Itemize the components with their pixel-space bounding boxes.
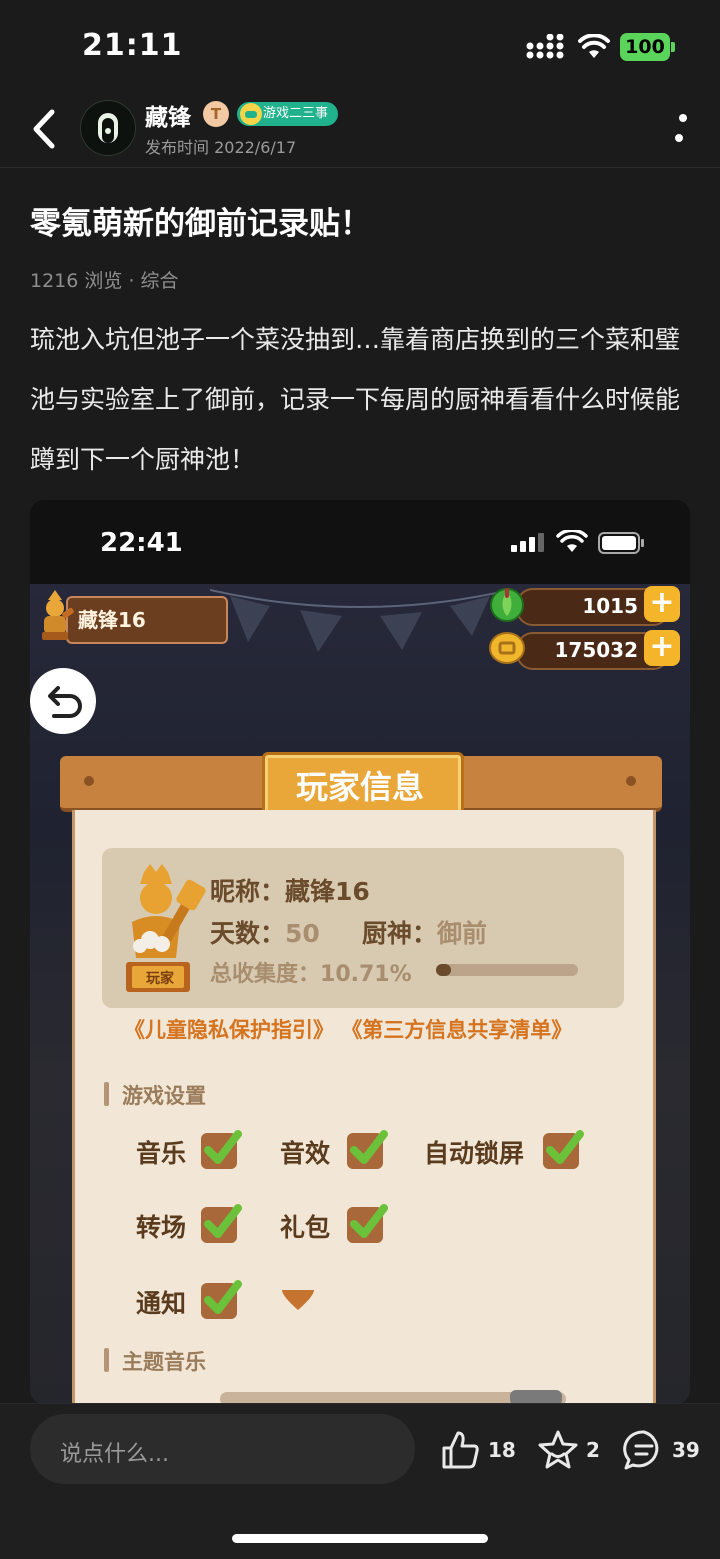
meta-separator: · (128, 270, 141, 292)
player-name: 藏锋16 (78, 608, 146, 632)
wifi-icon (578, 34, 610, 58)
settings-section-label: 游戏设置 (122, 1084, 206, 1108)
music-label: 音乐 (136, 1139, 187, 1168)
comment-count: 39 (672, 1438, 700, 1462)
image-signal-icon (511, 533, 544, 552)
sfx-checkbox[interactable] (346, 1128, 388, 1170)
collection-progress-track (436, 964, 578, 976)
chef-row: 厨神：御前 (362, 914, 487, 950)
return-arrow-icon (48, 686, 82, 718)
image-status-time: 22:41 (100, 528, 183, 558)
days-label: 天数： (210, 919, 286, 948)
nail-left (84, 776, 94, 786)
sfx-label: 音效 (280, 1139, 331, 1168)
section-marker (104, 1082, 109, 1106)
post-title: 零氪萌新的御前记录贴！ (30, 206, 371, 242)
status-time: 21:11 (82, 28, 183, 63)
autolock-label: 自动锁屏 (424, 1139, 525, 1168)
coins-count: 175032 (554, 638, 639, 662)
add-jade-button[interactable]: + (644, 586, 680, 622)
bunting-decoration (210, 589, 510, 652)
favorite-star-icon[interactable] (536, 1428, 580, 1472)
level-badge: T (203, 101, 229, 127)
statue-label: 玩家 (146, 971, 174, 987)
collection-progress-fill (436, 964, 451, 976)
nail-right (626, 776, 636, 786)
nickname-row: 昵称：藏锋16 (210, 872, 370, 908)
return-button[interactable] (30, 668, 96, 734)
coin-icon (489, 632, 525, 664)
gift-checkbox[interactable] (346, 1202, 388, 1244)
theme-music-slider-knob[interactable] (510, 1390, 562, 1404)
gift-label: 礼包 (280, 1213, 331, 1242)
collection-row: 总收集度：10.71% (210, 956, 412, 988)
post-image[interactable]: 22:41 藏锋16 1015 + 175032 + 玩家信息 玩家 昵称：藏锋… (30, 500, 690, 1404)
days-value: 50 (285, 919, 320, 948)
add-coins-button[interactable]: + (644, 630, 680, 666)
view-count: 1216 浏览 (30, 270, 123, 292)
more-options-icon[interactable] (666, 108, 696, 148)
autolock-checkbox[interactable] (542, 1128, 584, 1170)
collection-label: 总收集度： (210, 962, 321, 987)
publish-time: 发布时间 2022/6/17 (145, 138, 297, 157)
nickname-label: 昵称： (210, 877, 286, 906)
theme-music-section-label: 主题音乐 (122, 1350, 206, 1374)
comment-placeholder: 说点什么... (60, 1442, 169, 1467)
post-body: 琉池入坑但池子一个菜没抽到…靠着商店换到的三个菜和璧池与实验室上了御前，记录一下… (30, 325, 681, 474)
thirdparty-link[interactable]: 《第三方信息共享清单》 (341, 1018, 572, 1042)
jade-icon (490, 588, 524, 622)
dropdown-chevron-icon[interactable] (280, 1286, 316, 1314)
like-count: 18 (488, 1438, 516, 1462)
music-checkbox[interactable] (200, 1128, 242, 1170)
signal-icon (526, 34, 564, 59)
nickname-value: 藏锋16 (285, 877, 370, 906)
image-battery-icon (598, 532, 644, 554)
chef-label: 厨神： (362, 919, 438, 948)
author-name[interactable]: 藏锋 (145, 98, 191, 132)
post-meta: 1216 浏览 · 综合 (30, 266, 179, 293)
notify-label: 通知 (136, 1289, 187, 1318)
image-wifi-icon (556, 530, 588, 552)
author-avatar[interactable] (80, 100, 136, 156)
section-marker (104, 1348, 109, 1372)
back-icon[interactable] (26, 104, 66, 154)
modal-title: 玩家信息 (295, 768, 424, 806)
battery-indicator: 100 (620, 33, 670, 61)
privacy-link[interactable]: 《儿童隐私保护指引》 (124, 1018, 334, 1042)
home-indicator (232, 1534, 488, 1543)
transition-checkbox[interactable] (200, 1202, 242, 1244)
days-row: 天数：50 (210, 914, 320, 950)
collection-value: 10.71% (320, 962, 412, 987)
jade-count: 1015 (582, 594, 638, 618)
notify-checkbox[interactable] (200, 1278, 242, 1320)
like-icon[interactable] (438, 1428, 482, 1472)
post-category[interactable]: 综合 (141, 270, 179, 292)
player-avatar-icon (42, 590, 74, 640)
battery-tip (671, 42, 675, 52)
header-divider (0, 167, 720, 168)
transition-label: 转场 (136, 1213, 187, 1242)
comment-icon[interactable] (622, 1428, 666, 1472)
favorite-count: 2 (586, 1438, 600, 1462)
chef-value: 御前 (437, 919, 488, 948)
policy-links: 《儿童隐私保护指引》 《第三方信息共享清单》 (124, 1014, 572, 1044)
game-controller-icon (240, 103, 262, 125)
